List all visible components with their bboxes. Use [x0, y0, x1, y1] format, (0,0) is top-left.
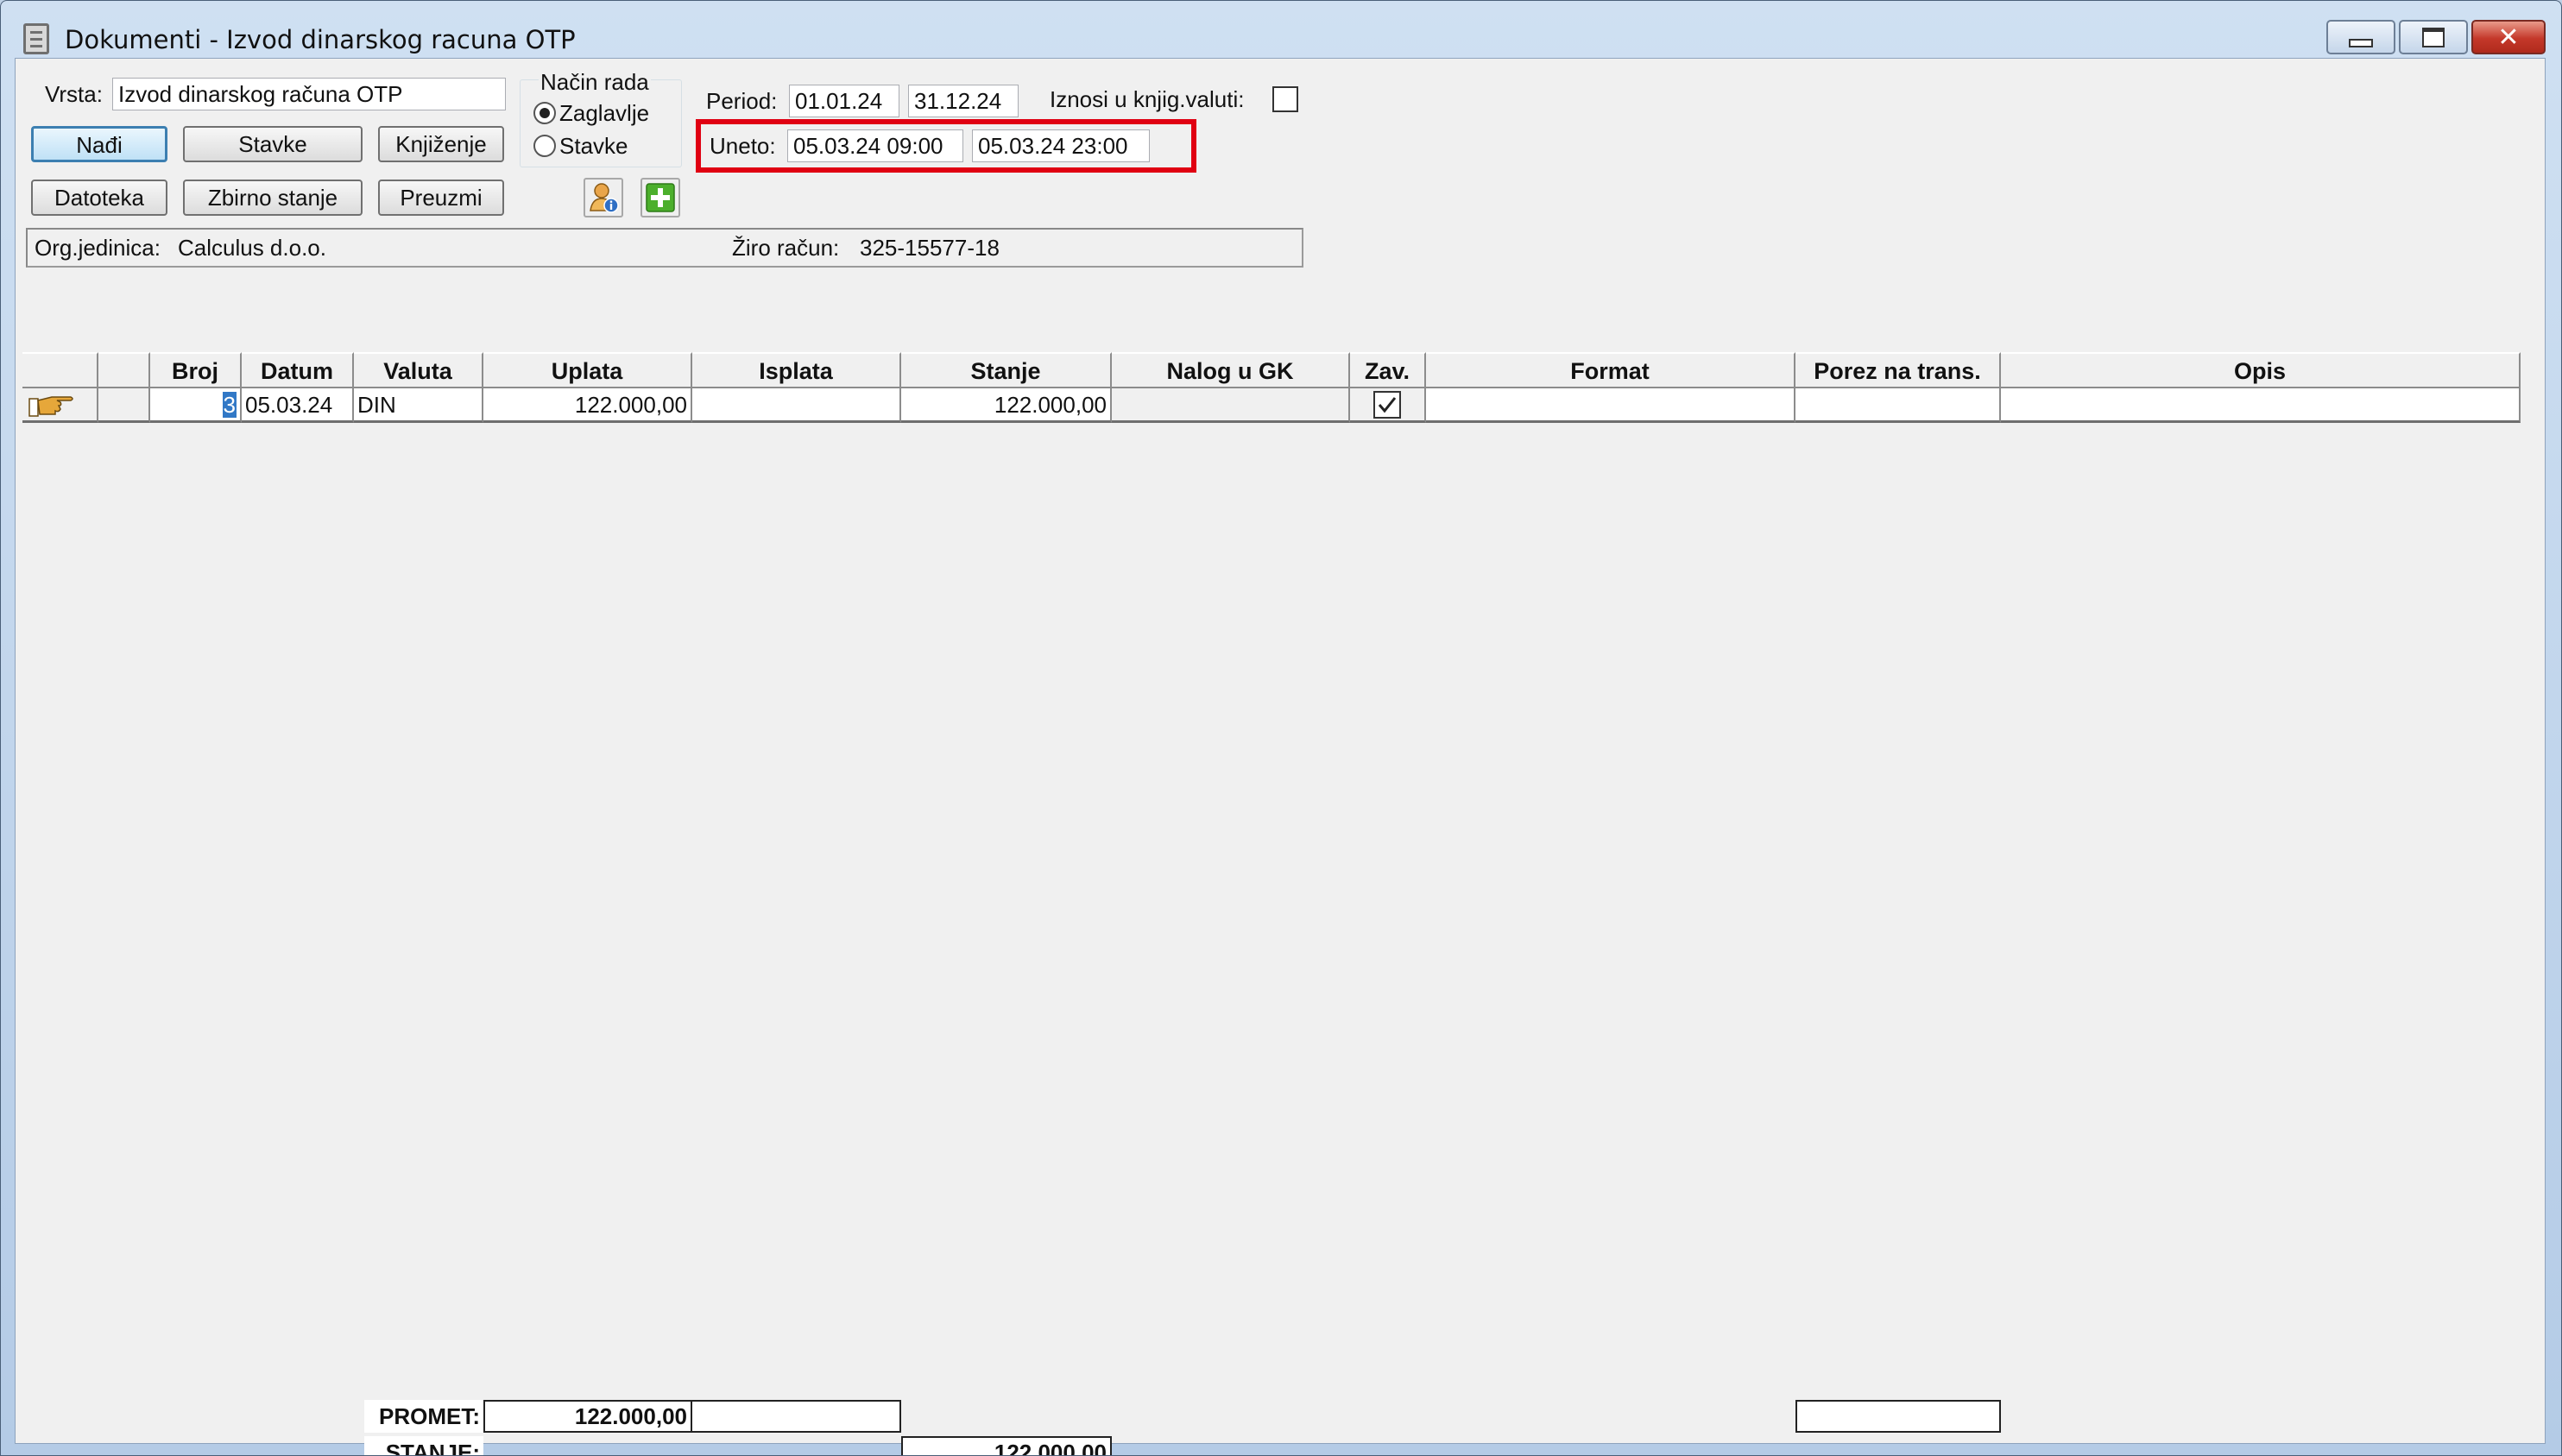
vrsta-field[interactable]: Izvod dinarskog računa OTP [112, 78, 506, 110]
iznosi-checkbox[interactable] [1272, 86, 1298, 112]
nadji-button[interactable]: Nađi [31, 126, 167, 162]
stanje-label: STANJE: [364, 1436, 483, 1455]
promet-porez [1795, 1400, 2001, 1433]
column-header-uplata[interactable]: Uplata [483, 352, 692, 388]
period-label: Period: [706, 88, 778, 114]
zav-checkbox-icon[interactable] [1372, 390, 1402, 419]
column-header-porez[interactable]: Porez na trans. [1795, 352, 2001, 388]
radio-stavke-label[interactable]: Stavke [559, 133, 628, 160]
period-from-field[interactable]: 01.01.24 [789, 85, 899, 117]
cell-nalog-u-gk[interactable] [1112, 388, 1350, 423]
column-header-isplata[interactable]: Isplata [692, 352, 901, 388]
cell-broj[interactable]: 3 [150, 388, 242, 423]
org-value: Calculus d.o.o. [178, 235, 326, 261]
maximize-icon [2422, 27, 2445, 47]
window-title: Dokumenti - Izvod dinarskog racuna OTP [65, 25, 576, 54]
cell-stanje[interactable]: 122.000,00 [901, 388, 1112, 423]
documents-grid: Broj Datum Valuta Uplata Isplata Stanje … [19, 292, 2540, 1455]
uneto-label: Uneto: [710, 133, 776, 159]
row-indicator[interactable] [22, 388, 98, 423]
minimize-icon [2349, 39, 2373, 47]
cell-opis[interactable] [2001, 388, 2521, 423]
app-icon [23, 23, 49, 54]
column-header-stanje[interactable]: Stanje [901, 352, 1112, 388]
plus-icon [646, 183, 675, 212]
column-header-datum[interactable]: Datum [242, 352, 354, 388]
ziro-label: Žiro račun: [732, 235, 840, 261]
main-window: Dokumenti - Izvod dinarskog racuna OTP ✕… [0, 0, 2562, 1456]
close-icon: ✕ [2497, 22, 2520, 53]
promet-isplata [691, 1400, 901, 1433]
client-area: Vrsta: Izvod dinarskog računa OTP Način … [15, 58, 2546, 1455]
radio-zaglavlje-label[interactable]: Zaglavlje [559, 100, 649, 127]
nacin-rada-label: Način rada [539, 69, 651, 96]
iznosi-label: Iznosi u knjig.valuti: [1050, 86, 1245, 112]
user-info-icon [590, 183, 619, 213]
uneto-to-field[interactable]: 05.03.24 23:00 [972, 129, 1150, 162]
stanje-total: 122.000,00 [901, 1436, 1112, 1455]
column-header-opis[interactable]: Opis [2001, 352, 2521, 388]
column-header-format[interactable]: Format [1426, 352, 1795, 388]
row-selector-cell[interactable] [98, 388, 150, 423]
column-header-broj[interactable]: Broj [150, 352, 242, 388]
maximize-button[interactable] [2399, 20, 2468, 54]
row-header-corner [22, 352, 98, 388]
promet-label: PROMET: [364, 1400, 483, 1433]
column-header-nalog-u-gk[interactable]: Nalog u GK [1112, 352, 1350, 388]
org-info-bar: Org.jedinica: Calculus d.o.o. Žiro račun… [26, 228, 1303, 268]
cell-datum[interactable]: 05.03.24 [242, 388, 354, 423]
column-header-valuta[interactable]: Valuta [354, 352, 483, 388]
cell-format[interactable] [1426, 388, 1795, 423]
cell-porez[interactable] [1795, 388, 2001, 423]
zbirno-stanje-button[interactable]: Zbirno stanje [183, 180, 363, 216]
period-to-field[interactable]: 31.12.24 [908, 85, 1019, 117]
knjizenje-button[interactable]: Knjiženje [378, 126, 504, 162]
pointing-hand-icon [28, 396, 73, 417]
cell-zav[interactable] [1350, 388, 1426, 423]
ziro-value: 325-15577-18 [860, 235, 1000, 261]
close-button[interactable]: ✕ [2471, 20, 2546, 54]
minimize-button[interactable] [2326, 20, 2395, 54]
cell-uplata[interactable]: 122.000,00 [483, 388, 692, 423]
org-label: Org.jedinica: [35, 235, 161, 261]
column-header-zav[interactable]: Zav. [1350, 352, 1426, 388]
user-info-button[interactable] [584, 178, 623, 217]
cell-isplata[interactable] [692, 388, 901, 423]
selector-column-header [98, 352, 150, 388]
add-button[interactable] [640, 178, 680, 217]
vrsta-label: Vrsta: [45, 81, 103, 107]
radio-zaglavlje[interactable] [533, 102, 556, 124]
uneto-from-field[interactable]: 05.03.24 09:00 [787, 129, 963, 162]
promet-uplata: 122.000,00 [483, 1400, 692, 1433]
radio-stavke[interactable] [533, 135, 556, 157]
cell-valuta[interactable]: DIN [354, 388, 483, 423]
datoteka-button[interactable]: Datoteka [31, 180, 167, 216]
cell-broj-value: 3 [222, 392, 237, 418]
preuzmi-button[interactable]: Preuzmi [378, 180, 504, 216]
stavke-button[interactable]: Stavke [183, 126, 363, 162]
